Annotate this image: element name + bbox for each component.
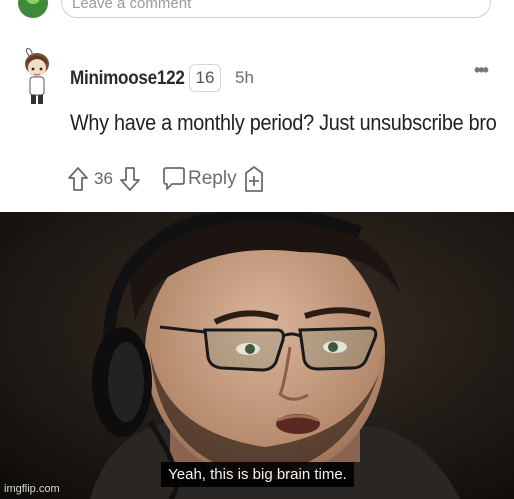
video-subtitle: Yeah, this is big brain time. (161, 462, 354, 487)
comment-body: Why have a monthly period? Just unsubscr… (70, 110, 497, 135)
comment-timestamp: 5h (235, 68, 254, 87)
vote-count: 36 (94, 169, 113, 188)
upvote-icon[interactable] (66, 164, 90, 194)
user-badge: 16 (189, 64, 221, 92)
comment-input-area: Leave a comment (0, 0, 514, 24)
comment: Minimoose122 16 5h ••• Why have a monthl… (0, 40, 514, 212)
downvote-icon[interactable] (118, 164, 142, 194)
comment-input[interactable]: Leave a comment (61, 0, 491, 18)
watermark: imgflip.com (4, 483, 60, 495)
video-still-image (0, 212, 514, 499)
username[interactable]: Minimoose122 (70, 68, 185, 90)
comment-input-placeholder: Leave a comment (72, 0, 192, 12)
more-icon[interactable]: ••• (474, 60, 489, 81)
commenter-avatar[interactable] (20, 48, 54, 108)
reply-button[interactable]: Reply (188, 168, 237, 190)
reply-icon[interactable] (162, 164, 186, 194)
user-avatar (18, 0, 48, 18)
video-frame: Yeah, this is big brain time. (0, 212, 514, 499)
award-icon[interactable] (242, 164, 266, 194)
comment-actions: 36 Reply (66, 164, 296, 194)
